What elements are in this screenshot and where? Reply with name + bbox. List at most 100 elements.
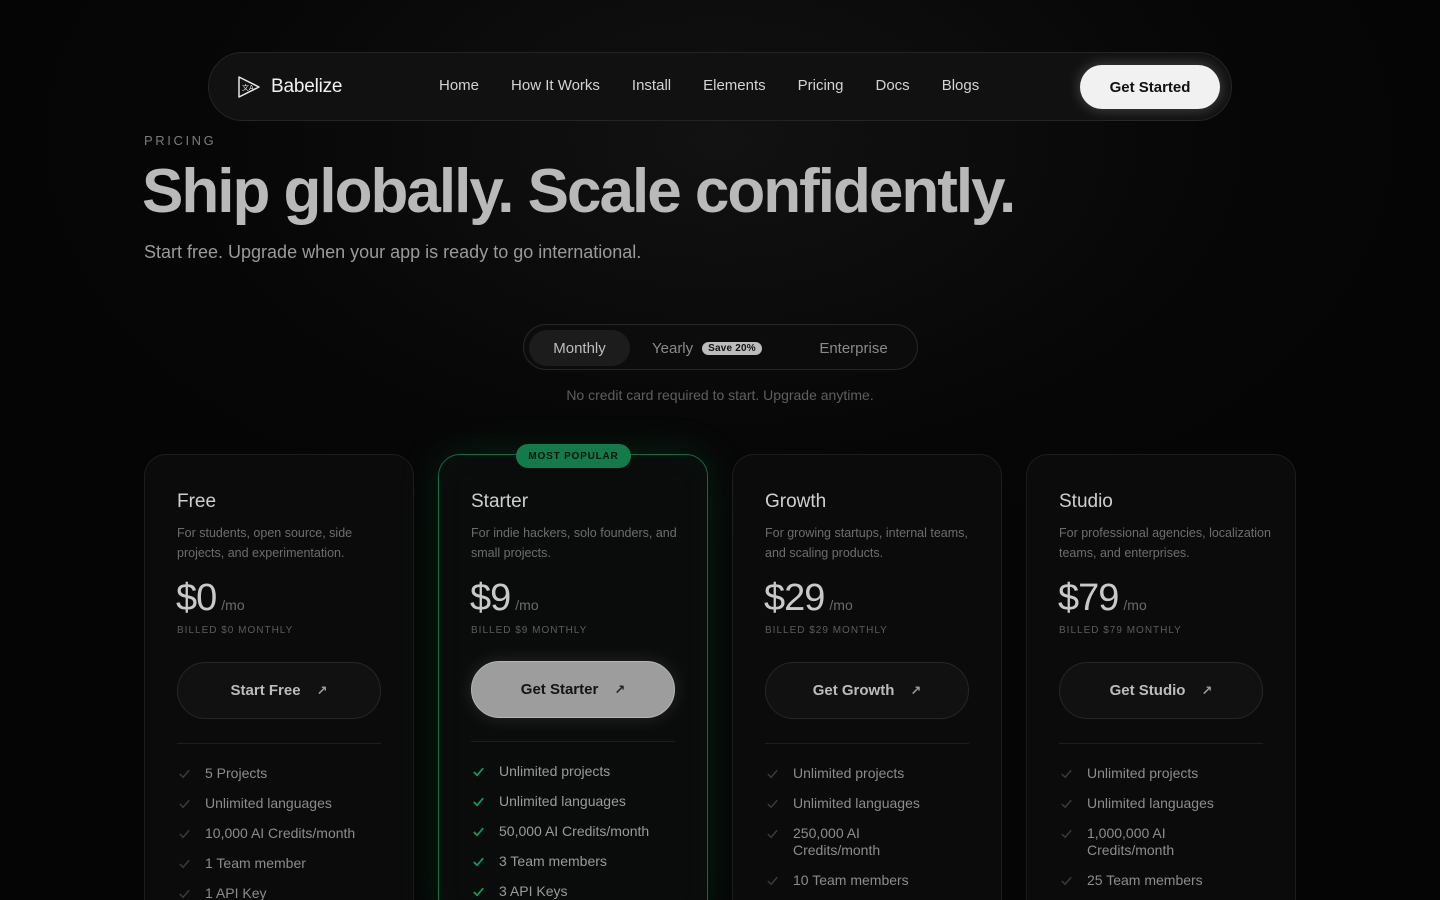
billed-note: BILLED $29 MONTHLY bbox=[765, 625, 888, 636]
plan-price: $79 bbox=[1058, 577, 1119, 619]
feature-text: Unlimited projects bbox=[793, 765, 905, 781]
toggle-yearly[interactable]: Yearly Save 20% bbox=[652, 330, 776, 366]
feature-text: 250,000 AI Credits/month bbox=[793, 825, 881, 858]
start-free-button[interactable]: Start Free ↗ bbox=[177, 662, 381, 719]
check-icon bbox=[767, 799, 778, 809]
feature-item: Unlimited languages bbox=[177, 795, 392, 812]
feature-item: Unlimited languages bbox=[765, 795, 920, 812]
check-icon bbox=[1061, 799, 1072, 809]
cta-label: Start Free bbox=[230, 682, 301, 699]
feature-item: 250,000 AI Credits/month bbox=[765, 825, 905, 859]
plan-description: For students, open source, side projects… bbox=[177, 526, 353, 560]
billing-toggle: Monthly Yearly Save 20% Enterprise bbox=[523, 324, 918, 370]
feature-text: Unlimited languages bbox=[793, 795, 920, 811]
plan-description: For professional agencies, localization … bbox=[1059, 526, 1271, 560]
feature-list: 5 Projects Unlimited languages 10,000 AI… bbox=[177, 765, 392, 900]
nav-link-elements[interactable]: Elements bbox=[703, 77, 766, 94]
feature-item: 1 Team member bbox=[177, 855, 392, 872]
feature-text: 10 Team members bbox=[793, 872, 909, 888]
feature-text: 10,000 AI Credits/month bbox=[205, 825, 356, 841]
feature-list: Unlimited projects Unlimited languages 1… bbox=[1059, 765, 1214, 900]
plan-card-studio: Studio For professional agencies, locali… bbox=[1026, 454, 1296, 900]
check-icon bbox=[473, 887, 484, 897]
page-subtitle: Start free. Upgrade when your app is rea… bbox=[144, 242, 642, 262]
feature-item: 1,000,000 AI Credits/month bbox=[1059, 825, 1199, 859]
nav-link-pricing[interactable]: Pricing bbox=[798, 77, 844, 94]
plan-period: /mo bbox=[1123, 597, 1147, 613]
feature-item: 3 API Keys bbox=[471, 883, 686, 900]
get-studio-button[interactable]: Get Studio ↗ bbox=[1059, 662, 1263, 719]
feature-text: 1,000,000 AI Credits/month bbox=[1087, 825, 1175, 858]
nav-link-blogs[interactable]: Blogs bbox=[942, 77, 980, 94]
feature-item: 50,000 AI Credits/month bbox=[471, 823, 686, 840]
nav-links: Home How It Works Install Elements Prici… bbox=[439, 77, 1011, 94]
plan-name: Free bbox=[177, 491, 217, 512]
nav-link-install[interactable]: Install bbox=[632, 77, 671, 94]
feature-item: 10,000 AI Credits/month bbox=[177, 825, 392, 842]
plan-description: For indie hackers, solo founders, and sm… bbox=[471, 526, 677, 560]
feature-list: Unlimited projects Unlimited languages 2… bbox=[765, 765, 920, 900]
plan-card-growth: Growth For growing startups, internal te… bbox=[732, 454, 1002, 900]
plan-description: For growing startups, internal teams, an… bbox=[765, 526, 968, 560]
feature-text: Unlimited languages bbox=[499, 793, 626, 809]
check-icon bbox=[1061, 769, 1072, 779]
toggle-note: No credit card required to start. Upgrad… bbox=[566, 387, 874, 403]
check-icon bbox=[179, 859, 190, 869]
feature-item: 1 API Key bbox=[177, 885, 392, 900]
feature-item: Unlimited languages bbox=[471, 793, 686, 810]
billed-note: BILLED $9 MONTHLY bbox=[471, 625, 588, 636]
feature-list: Unlimited projects Unlimited languages 5… bbox=[471, 763, 686, 900]
get-growth-button[interactable]: Get Growth ↗ bbox=[765, 662, 969, 719]
plan-period: /mo bbox=[221, 597, 245, 613]
cta-label: Get Studio bbox=[1109, 682, 1186, 699]
arrow-up-right-icon: ↗ bbox=[316, 682, 328, 698]
check-icon bbox=[473, 857, 484, 867]
feature-item: Unlimited projects bbox=[471, 763, 686, 780]
check-icon bbox=[473, 827, 484, 837]
feature-item: Unlimited projects bbox=[765, 765, 905, 782]
check-icon bbox=[179, 829, 190, 839]
billed-note: BILLED $0 MONTHLY bbox=[177, 625, 294, 636]
check-icon bbox=[473, 797, 484, 807]
feature-text: 1 Team member bbox=[205, 855, 306, 871]
check-icon bbox=[1061, 829, 1072, 839]
price-row: $29 /mo bbox=[764, 577, 853, 620]
nav-link-home[interactable]: Home bbox=[439, 77, 479, 94]
feature-text: 1 API Key bbox=[205, 885, 267, 900]
check-icon bbox=[767, 829, 778, 839]
cta-label: Get Starter bbox=[520, 681, 599, 698]
feature-item: 10 Team members bbox=[765, 872, 909, 889]
brand-name: Babelize bbox=[271, 76, 343, 97]
most-popular-badge: MOST POPULAR bbox=[516, 444, 631, 468]
feature-text: Unlimited languages bbox=[205, 795, 332, 811]
price-row: $79 /mo bbox=[1058, 577, 1147, 620]
price-row: $0 /mo bbox=[176, 577, 245, 620]
toggle-monthly[interactable]: Monthly bbox=[529, 330, 630, 366]
check-icon bbox=[767, 769, 778, 779]
cta-label: Get Growth bbox=[812, 682, 895, 699]
check-icon bbox=[767, 876, 778, 886]
get-starter-button[interactable]: Get Starter ↗ bbox=[471, 661, 675, 718]
brand[interactable]: 文A Babelize bbox=[236, 74, 342, 100]
save-badge: Save 20% bbox=[702, 341, 762, 355]
nav-link-docs[interactable]: Docs bbox=[876, 77, 910, 94]
check-icon bbox=[179, 889, 190, 899]
arrow-up-right-icon: ↗ bbox=[614, 681, 626, 697]
get-started-button[interactable]: Get Started bbox=[1080, 65, 1220, 109]
check-icon bbox=[179, 769, 190, 779]
feature-text: 3 Team members bbox=[499, 853, 607, 869]
feature-item: Unlimited languages bbox=[1059, 795, 1214, 812]
toggle-enterprise[interactable]: Enterprise bbox=[806, 330, 901, 366]
plan-name: Studio bbox=[1059, 491, 1113, 512]
arrow-up-right-icon: ↗ bbox=[910, 682, 922, 698]
nav-link-how-it-works[interactable]: How It Works bbox=[511, 77, 600, 94]
plan-price: $29 bbox=[764, 577, 825, 619]
feature-text: 25 Team members bbox=[1087, 872, 1203, 888]
arrow-up-right-icon: ↗ bbox=[1201, 682, 1213, 698]
check-icon bbox=[1061, 876, 1072, 886]
plan-price: $9 bbox=[470, 577, 511, 619]
price-row: $9 /mo bbox=[470, 577, 539, 620]
feature-item: 5 Projects bbox=[177, 765, 392, 782]
feature-text: Unlimited projects bbox=[1087, 765, 1199, 781]
feature-text: 50,000 AI Credits/month bbox=[499, 823, 650, 839]
